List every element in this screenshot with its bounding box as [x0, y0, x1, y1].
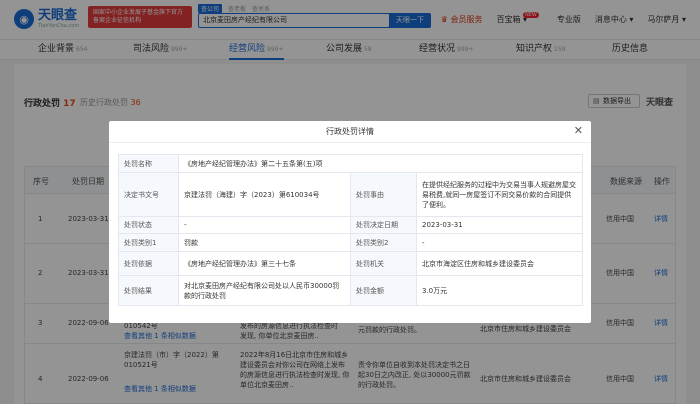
field-label: 处罚状态	[118, 216, 179, 234]
field-value: 北京市海淀区住房和城乡建设委员会	[415, 251, 584, 276]
field-value: -	[415, 233, 584, 252]
penalty-detail-modal: 行政处罚详情 ✕ 处罚名称 《房地产经纪管理办法》第二十五条第(五)项 决定书文…	[109, 121, 591, 323]
field-value: 对北京麦田房产经纪有限公司处以人民币30000罚款的行政处罚	[178, 275, 351, 306]
field-label: 处罚金额	[350, 275, 417, 306]
penalty-detail-table: 处罚名称 《房地产经纪管理办法》第二十五条第(五)项 决定书文号 京建法罚（海建…	[118, 154, 584, 306]
modal-title: 行政处罚详情	[109, 121, 591, 143]
field-label: 处罚决定日期	[350, 216, 417, 234]
field-value: -	[178, 216, 351, 234]
field-value: 在提供经纪服务的过程中为交易当事人规避房屋交易税费,就同一房屋签订不同交易价款的…	[415, 172, 584, 217]
field-label: 处罚结果	[118, 275, 179, 306]
field-value: 《房地产经纪管理办法》第二十五条第(五)项	[177, 154, 584, 173]
field-label: 处罚事由	[350, 172, 417, 217]
close-icon[interactable]: ✕	[574, 125, 583, 137]
field-label: 处罚机关	[350, 251, 417, 276]
detail-row: 处罚结果 对北京麦田房产经纪有限公司处以人民币30000罚款的行政处罚 处罚金额…	[118, 275, 584, 306]
field-label: 处罚类别2	[350, 233, 417, 252]
detail-row: 处罚类别1 罚款 处罚类别2 -	[118, 233, 584, 252]
detail-row: 处罚状态 - 处罚决定日期 2023-03-31	[118, 216, 584, 234]
field-label: 决定书文号	[118, 172, 179, 217]
detail-row: 处罚名称 《房地产经纪管理办法》第二十五条第(五)项	[118, 154, 584, 173]
field-label: 处罚名称	[118, 154, 179, 173]
detail-row: 处罚依据 《房地产经纪管理办法》第三十七条 处罚机关 北京市海淀区住房和城乡建设…	[118, 251, 584, 276]
field-value: 3.0万元	[415, 275, 584, 306]
field-value: 京建法罚（海建）字（2023）第610034号	[178, 172, 351, 217]
detail-row: 决定书文号 京建法罚（海建）字（2023）第610034号 处罚事由 在提供经纪…	[118, 172, 584, 217]
field-label: 处罚依据	[118, 251, 179, 276]
field-label: 处罚类别1	[118, 233, 179, 252]
field-value: 《房地产经纪管理办法》第三十七条	[178, 251, 351, 276]
field-value: 罚款	[178, 233, 351, 252]
field-value: 2023-03-31	[415, 216, 584, 234]
